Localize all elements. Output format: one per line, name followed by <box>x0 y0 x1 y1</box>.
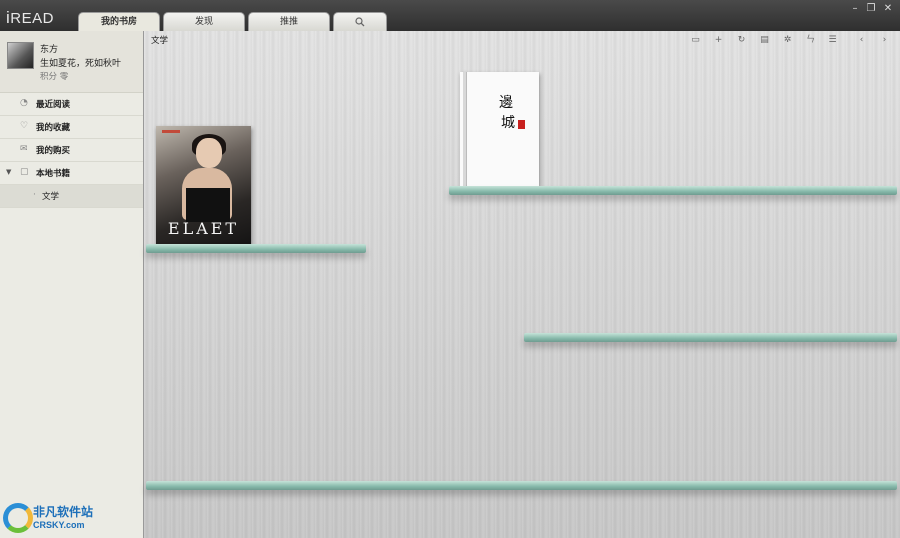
magazine-label <box>162 130 180 133</box>
book-cover-elaet[interactable]: ELAET <box>156 126 251 244</box>
sidebar: 东方 生如夏花，死如秋叶 积分 零 ◔ 最近阅读 ♡ 我的收藏 ✉ 我的购买 ▼… <box>0 31 144 538</box>
main-tabs: 我的书房 发现 推推 <box>78 12 387 31</box>
tab-search[interactable] <box>333 12 387 31</box>
window-icon[interactable]: ▭ <box>689 34 702 47</box>
tab-recommend[interactable]: 推推 <box>248 12 330 31</box>
search-icon <box>355 17 365 27</box>
sidebar-item-label: 最近阅读 <box>36 100 71 110</box>
sidebar-item-label: 我的收藏 <box>36 123 71 133</box>
bookshelf-area: 文学 ▭ + ↻ ▤ ✲ ㄣ ☰ ‹ › ELAET 邊 城 <box>144 31 900 538</box>
heart-icon: ♡ <box>20 121 29 131</box>
app-logo: iREAD <box>6 8 54 27</box>
tab-my-study[interactable]: 我的书房 <box>78 12 160 31</box>
next-icon[interactable]: › <box>878 34 891 47</box>
tab-discover[interactable]: 发现 <box>163 12 245 31</box>
user-profile: 东方 生如夏花，死如秋叶 积分 零 <box>0 31 143 93</box>
close-button[interactable]: ✕ <box>881 3 895 14</box>
sidebar-item-purchased[interactable]: ✉ 我的购买 <box>0 139 143 162</box>
red-seal-stamp <box>518 120 525 129</box>
watermark-en: CRSKY.com <box>33 520 85 530</box>
sidebar-item-recent[interactable]: ◔ 最近阅读 <box>0 93 143 116</box>
bookshelf-3 <box>524 333 897 342</box>
avatar[interactable] <box>7 42 34 69</box>
sidebar-item-local[interactable]: ▼ ▢ 本地书籍 <box>0 162 143 185</box>
cart-icon: ✉ <box>20 144 28 154</box>
breadcrumb: 文学 <box>151 36 169 46</box>
book-cover-biancheng[interactable]: 邊 城 <box>460 72 539 186</box>
book-spine <box>463 72 467 186</box>
watermark-cn: 非凡软件站 <box>33 505 94 519</box>
settings-icon[interactable]: ✲ <box>781 34 794 47</box>
sidebar-item-favorites[interactable]: ♡ 我的收藏 <box>0 116 143 139</box>
user-motto: 生如夏花，死如秋叶 <box>40 59 122 69</box>
bookshelf-1 <box>146 244 366 253</box>
expand-arrow-icon[interactable]: ▼ <box>6 168 11 176</box>
sidebar-item-label: 文学 <box>42 192 60 202</box>
book-title-line1: 邊 <box>499 95 513 111</box>
clock-icon: ◔ <box>20 98 28 108</box>
cover-photo-dress <box>186 188 230 222</box>
folder-icon: ▢ <box>20 167 29 177</box>
add-icon[interactable]: + <box>712 34 725 47</box>
sort-icon[interactable]: ㄣ <box>804 34 817 47</box>
minimize-button[interactable]: – <box>848 3 862 14</box>
user-points: 积分 零 <box>40 72 69 82</box>
menu-icon[interactable]: ☰ <box>826 34 839 47</box>
refresh-icon[interactable]: ↻ <box>735 34 748 47</box>
title-bar: iREAD 我的书房 发现 推推 – ❐ ✕ <box>0 0 900 31</box>
sidebar-item-literature[interactable]: · 文学 <box>0 185 143 208</box>
bullet-icon: · <box>33 190 36 200</box>
restore-button[interactable]: ❐ <box>864 3 878 14</box>
crsky-logo-icon <box>3 503 33 533</box>
bookshelf-2 <box>449 186 897 195</box>
sidebar-item-label: 本地书籍 <box>36 169 71 179</box>
watermark-logo: 非凡软件站 CRSKY.com <box>3 501 103 535</box>
bookshelf-4 <box>146 481 897 490</box>
sidebar-item-label: 我的购买 <box>36 146 71 156</box>
user-name: 东方 <box>40 45 59 55</box>
book-title: ELAET <box>167 219 240 238</box>
list-view-icon[interactable]: ▤ <box>758 34 771 47</box>
cover-photo-face <box>196 138 222 168</box>
prev-icon[interactable]: ‹ <box>855 34 868 47</box>
book-title-line2: 城 <box>501 115 515 131</box>
